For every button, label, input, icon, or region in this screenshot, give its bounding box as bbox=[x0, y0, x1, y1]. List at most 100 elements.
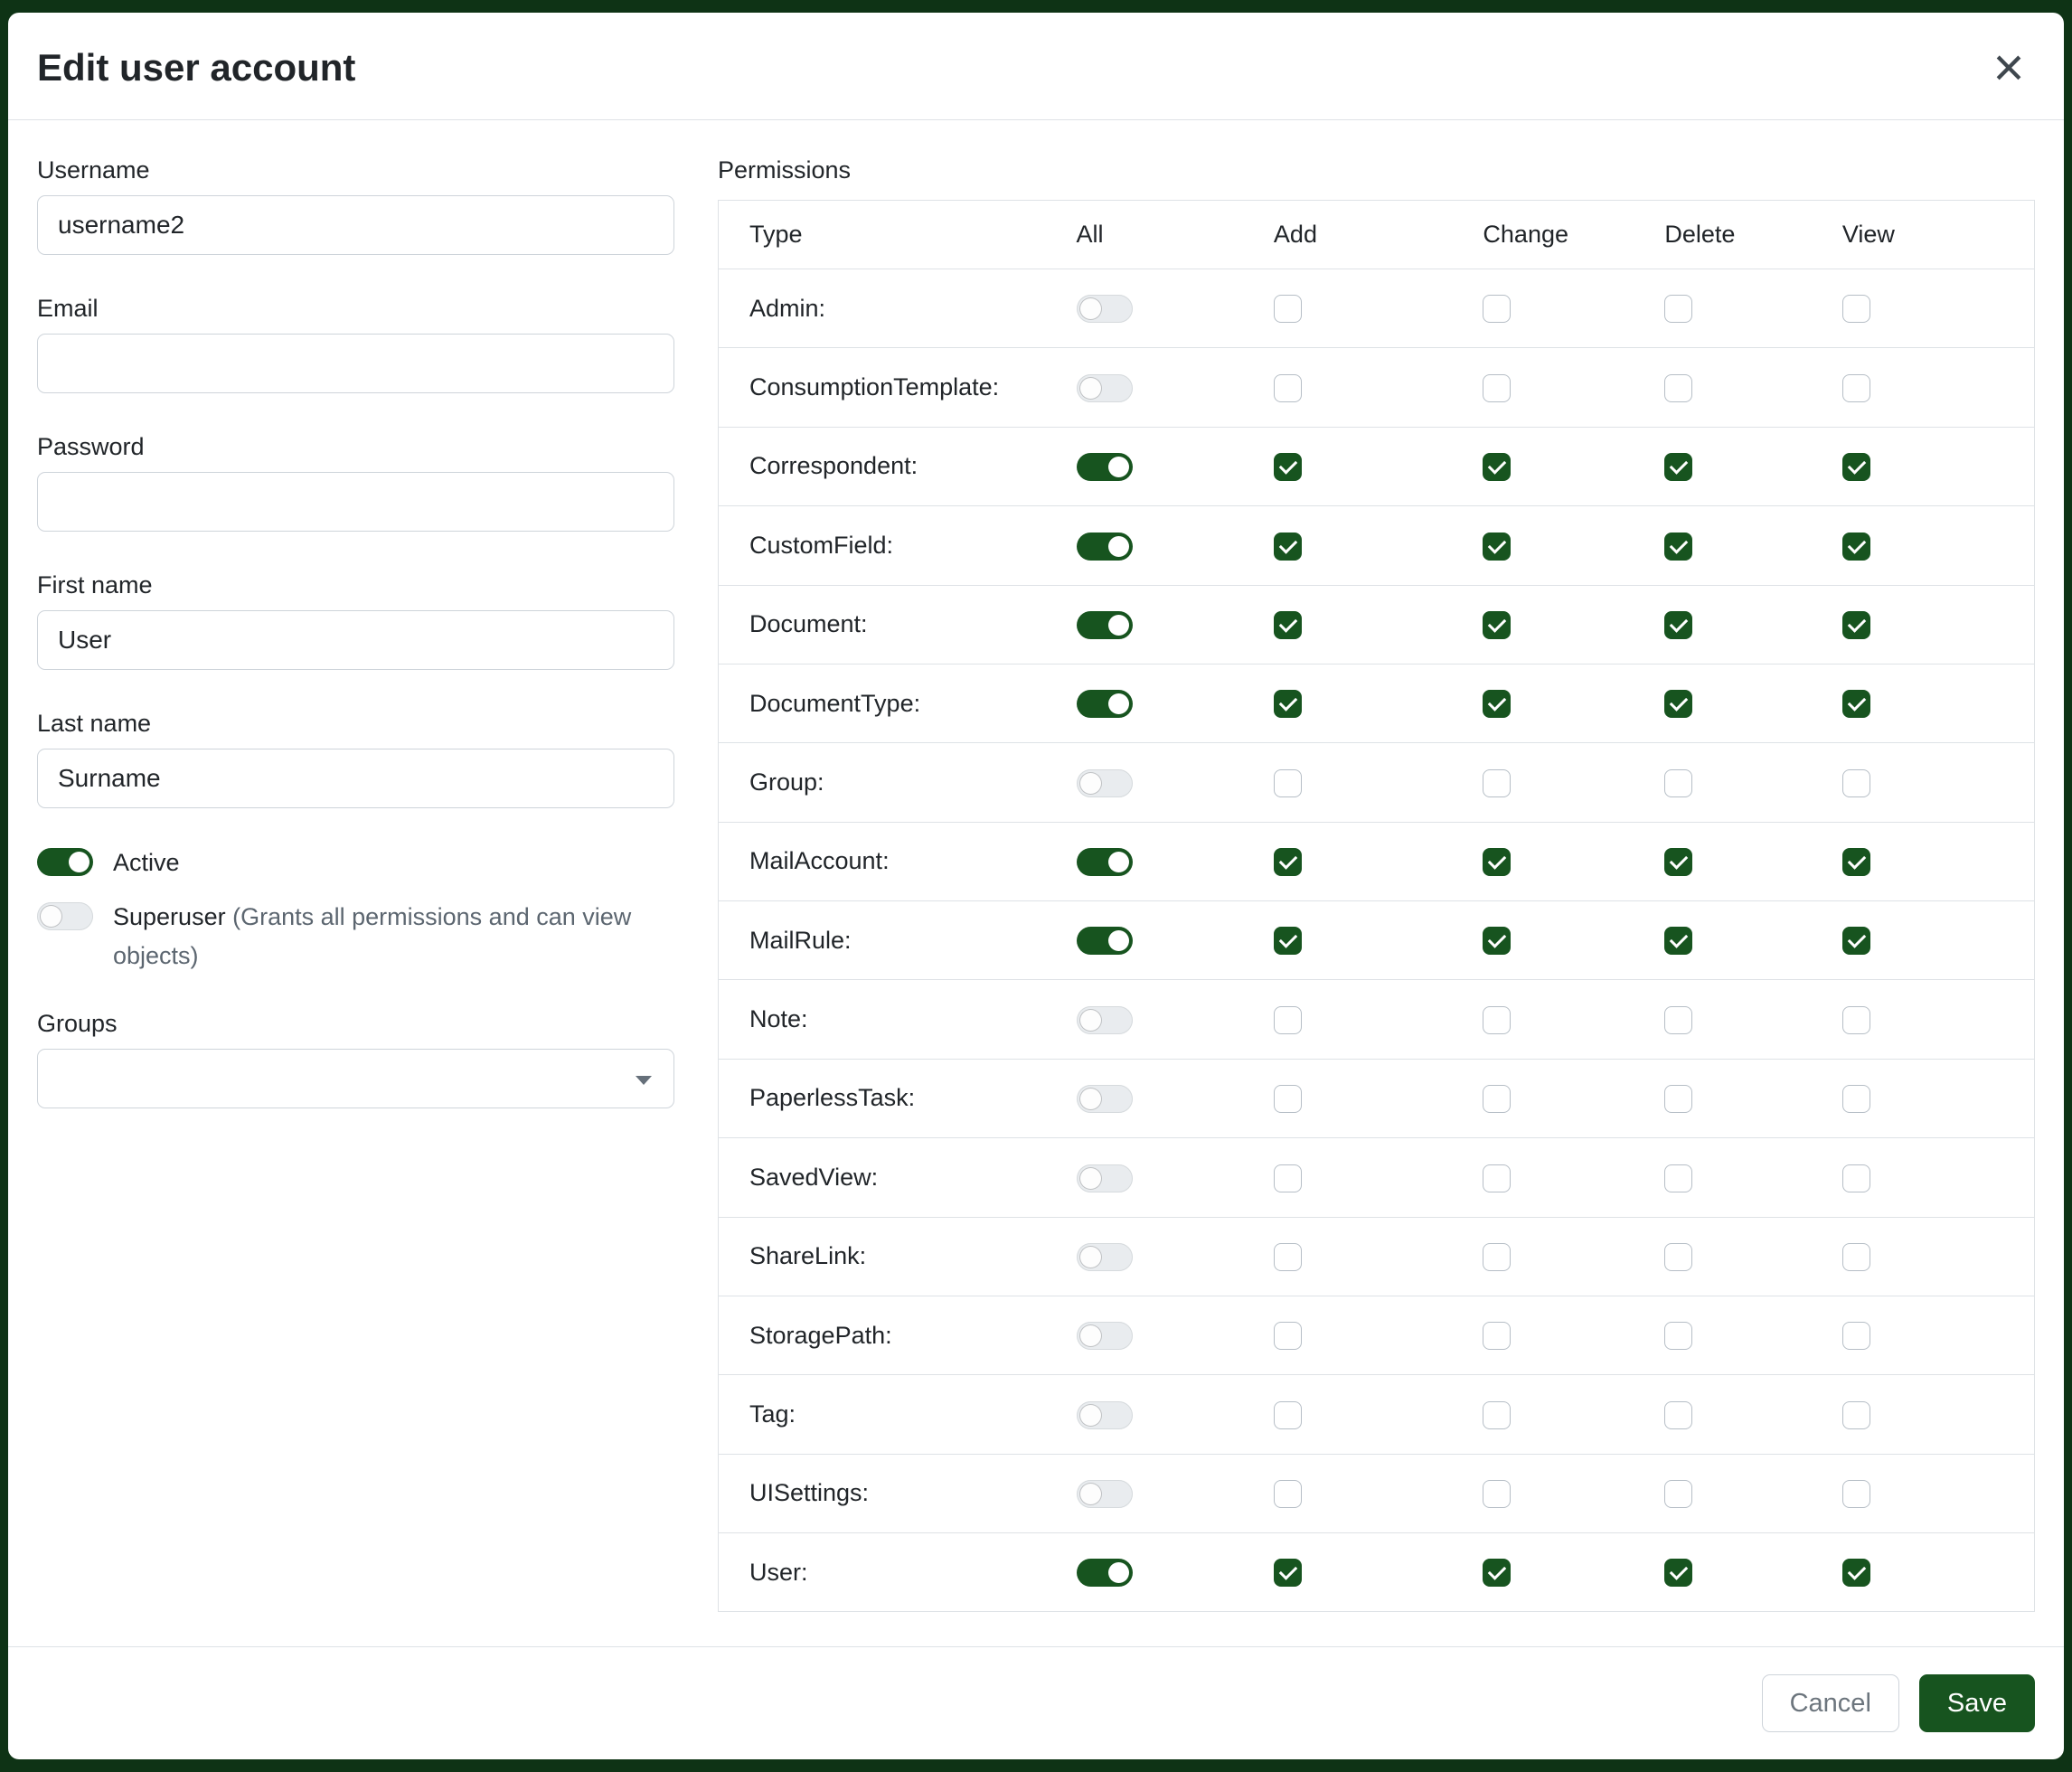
permission-change-checkbox[interactable] bbox=[1483, 1164, 1511, 1192]
last-name-input[interactable] bbox=[37, 749, 674, 808]
permission-change-checkbox[interactable] bbox=[1483, 1401, 1511, 1429]
groups-select[interactable] bbox=[37, 1049, 674, 1108]
permission-view-checkbox[interactable] bbox=[1842, 611, 1870, 639]
permission-delete-checkbox[interactable] bbox=[1664, 848, 1692, 876]
permission-change-checkbox[interactable] bbox=[1483, 1480, 1511, 1508]
permission-all-toggle[interactable] bbox=[1077, 1559, 1133, 1587]
permission-all-toggle[interactable] bbox=[1077, 295, 1133, 323]
permission-delete-checkbox[interactable] bbox=[1664, 1085, 1692, 1113]
permission-all-toggle[interactable] bbox=[1077, 453, 1133, 481]
column-header-change: Change bbox=[1483, 201, 1664, 269]
permission-view-checkbox[interactable] bbox=[1842, 690, 1870, 718]
permission-all-toggle[interactable] bbox=[1077, 1085, 1133, 1113]
permission-add-checkbox[interactable] bbox=[1274, 848, 1302, 876]
permission-view-checkbox[interactable] bbox=[1842, 1006, 1870, 1034]
permission-all-toggle[interactable] bbox=[1077, 1006, 1133, 1034]
permission-change-checkbox[interactable] bbox=[1483, 1006, 1511, 1034]
permission-view-checkbox[interactable] bbox=[1842, 374, 1870, 402]
permission-delete-checkbox[interactable] bbox=[1664, 1480, 1692, 1508]
permission-all-toggle[interactable] bbox=[1077, 1401, 1133, 1429]
permission-all-toggle[interactable] bbox=[1077, 611, 1133, 639]
permission-delete-checkbox[interactable] bbox=[1664, 1322, 1692, 1350]
permission-all-toggle[interactable] bbox=[1077, 1164, 1133, 1192]
permission-change-checkbox[interactable] bbox=[1483, 1243, 1511, 1271]
permission-view-checkbox[interactable] bbox=[1842, 927, 1870, 955]
permission-add-checkbox[interactable] bbox=[1274, 374, 1302, 402]
permission-delete-checkbox[interactable] bbox=[1664, 374, 1692, 402]
permission-delete-checkbox[interactable] bbox=[1664, 1243, 1692, 1271]
permissions-panel: Permissions Type All Add Change Delete V… bbox=[718, 156, 2035, 1646]
permission-change-checkbox[interactable] bbox=[1483, 611, 1511, 639]
permission-add-checkbox[interactable] bbox=[1274, 453, 1302, 481]
permission-change-checkbox[interactable] bbox=[1483, 1322, 1511, 1350]
permission-change-checkbox[interactable] bbox=[1483, 374, 1511, 402]
permission-add-checkbox[interactable] bbox=[1274, 1559, 1302, 1587]
first-name-input[interactable] bbox=[37, 610, 674, 670]
email-field[interactable] bbox=[37, 334, 674, 393]
permission-all-toggle[interactable] bbox=[1077, 1243, 1133, 1271]
save-button[interactable]: Save bbox=[1919, 1674, 2035, 1732]
permission-all-toggle[interactable] bbox=[1077, 927, 1133, 955]
permission-change-checkbox[interactable] bbox=[1483, 927, 1511, 955]
cancel-button[interactable]: Cancel bbox=[1762, 1674, 1899, 1732]
active-toggle[interactable] bbox=[37, 848, 93, 876]
permission-view-checkbox[interactable] bbox=[1842, 1480, 1870, 1508]
close-icon[interactable]: × bbox=[1977, 36, 2040, 99]
permission-type-label: Group: bbox=[719, 743, 1077, 822]
permission-add-checkbox[interactable] bbox=[1274, 1480, 1302, 1508]
permission-all-toggle[interactable] bbox=[1077, 1322, 1133, 1350]
permission-change-checkbox[interactable] bbox=[1483, 848, 1511, 876]
permission-add-checkbox[interactable] bbox=[1274, 1322, 1302, 1350]
permission-add-checkbox[interactable] bbox=[1274, 1006, 1302, 1034]
permission-delete-checkbox[interactable] bbox=[1664, 1559, 1692, 1587]
permission-change-checkbox[interactable] bbox=[1483, 453, 1511, 481]
permission-add-checkbox[interactable] bbox=[1274, 927, 1302, 955]
permission-view-checkbox[interactable] bbox=[1842, 453, 1870, 481]
permission-change-checkbox[interactable] bbox=[1483, 1559, 1511, 1587]
permission-add-checkbox[interactable] bbox=[1274, 611, 1302, 639]
permission-view-checkbox[interactable] bbox=[1842, 1401, 1870, 1429]
permission-add-checkbox[interactable] bbox=[1274, 690, 1302, 718]
permission-view-checkbox[interactable] bbox=[1842, 1559, 1870, 1587]
permission-change-checkbox[interactable] bbox=[1483, 690, 1511, 718]
permission-delete-checkbox[interactable] bbox=[1664, 611, 1692, 639]
permission-all-toggle[interactable] bbox=[1077, 848, 1133, 876]
permission-view-checkbox[interactable] bbox=[1842, 769, 1870, 797]
permission-all-toggle[interactable] bbox=[1077, 690, 1133, 718]
superuser-toggle[interactable] bbox=[37, 902, 93, 930]
permission-change-checkbox[interactable] bbox=[1483, 295, 1511, 323]
permission-view-checkbox[interactable] bbox=[1842, 1322, 1870, 1350]
permission-delete-checkbox[interactable] bbox=[1664, 533, 1692, 561]
permission-change-checkbox[interactable] bbox=[1483, 533, 1511, 561]
password-field[interactable] bbox=[37, 472, 674, 532]
permission-add-checkbox[interactable] bbox=[1274, 533, 1302, 561]
permission-view-checkbox[interactable] bbox=[1842, 848, 1870, 876]
permission-view-checkbox[interactable] bbox=[1842, 295, 1870, 323]
permission-all-toggle[interactable] bbox=[1077, 533, 1133, 561]
permission-type-label: MailRule: bbox=[719, 901, 1077, 980]
permission-change-checkbox[interactable] bbox=[1483, 1085, 1511, 1113]
permission-all-toggle[interactable] bbox=[1077, 769, 1133, 797]
permission-delete-checkbox[interactable] bbox=[1664, 1164, 1692, 1192]
permission-view-checkbox[interactable] bbox=[1842, 533, 1870, 561]
permission-add-checkbox[interactable] bbox=[1274, 1164, 1302, 1192]
permission-add-checkbox[interactable] bbox=[1274, 1085, 1302, 1113]
permission-add-checkbox[interactable] bbox=[1274, 1243, 1302, 1271]
permission-delete-checkbox[interactable] bbox=[1664, 927, 1692, 955]
permission-view-checkbox[interactable] bbox=[1842, 1085, 1870, 1113]
permission-all-toggle[interactable] bbox=[1077, 1480, 1133, 1508]
permission-change-checkbox[interactable] bbox=[1483, 769, 1511, 797]
permission-delete-checkbox[interactable] bbox=[1664, 769, 1692, 797]
permission-view-checkbox[interactable] bbox=[1842, 1164, 1870, 1192]
permission-add-checkbox[interactable] bbox=[1274, 295, 1302, 323]
permission-view-checkbox[interactable] bbox=[1842, 1243, 1870, 1271]
permission-add-checkbox[interactable] bbox=[1274, 769, 1302, 797]
permission-delete-checkbox[interactable] bbox=[1664, 453, 1692, 481]
permission-delete-checkbox[interactable] bbox=[1664, 1401, 1692, 1429]
username-input[interactable] bbox=[37, 195, 674, 255]
permission-all-toggle[interactable] bbox=[1077, 374, 1133, 402]
permission-delete-checkbox[interactable] bbox=[1664, 1006, 1692, 1034]
permission-add-checkbox[interactable] bbox=[1274, 1401, 1302, 1429]
permission-delete-checkbox[interactable] bbox=[1664, 690, 1692, 718]
permission-delete-checkbox[interactable] bbox=[1664, 295, 1692, 323]
